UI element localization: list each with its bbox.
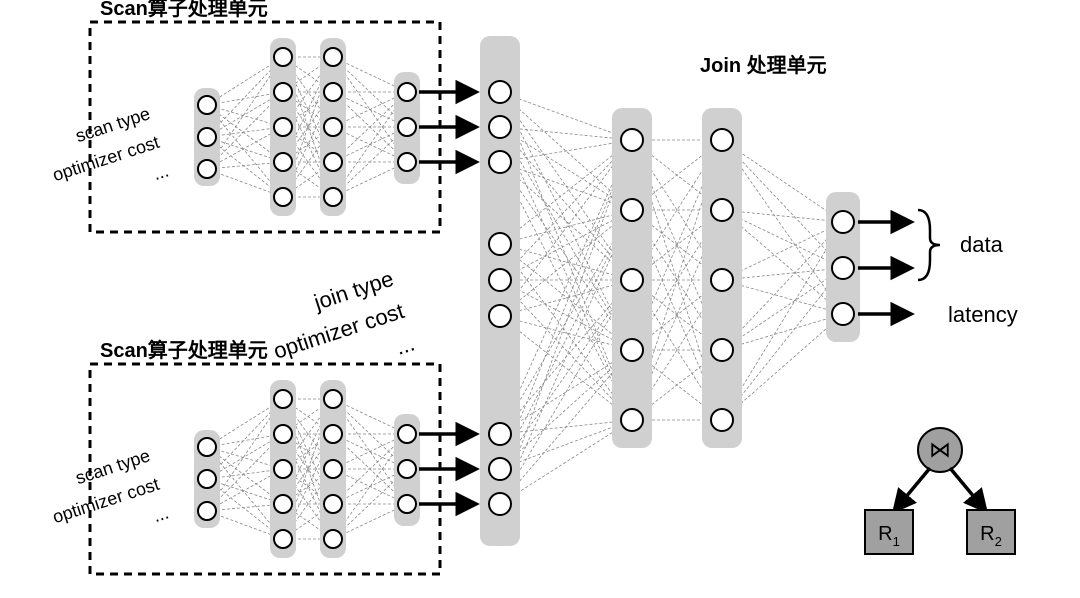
scan-unit-bottom: Scan算子处理单元 scan type optimizer cost ... — [41, 338, 475, 574]
scan-unit-bottom-title: Scan算子处理单元 — [100, 338, 268, 362]
scan-bot-input-label-2: optimizer cost — [50, 474, 162, 527]
brace-icon — [918, 210, 940, 280]
query-tree: ⋈ R1 R2 — [865, 428, 1015, 554]
connections-layer — [207, 57, 843, 539]
scan-top-input-label-3: ... — [151, 160, 171, 184]
join-symbol-icon: ⋈ — [929, 437, 951, 462]
join-input-labels: join type optimizer cost ... — [260, 266, 418, 396]
scan-top-input-label-2: optimizer cost — [50, 132, 162, 185]
join-input-label-3: ... — [392, 330, 417, 359]
scan-unit-top: Scan算子处理单元 scan type optimizer cost ... — [41, 0, 475, 232]
tree-left-leaf: R — [878, 523, 892, 545]
scan-unit-top-title: Scan算子处理单元 — [100, 0, 268, 20]
join-unit-title: Join 处理单元 — [700, 53, 827, 77]
scan-bot-input-label-3: ... — [151, 502, 171, 526]
output-latency-label: latency — [948, 302, 1018, 327]
output-data-label: data — [960, 232, 1004, 257]
tree-right-leaf: R — [980, 523, 994, 545]
